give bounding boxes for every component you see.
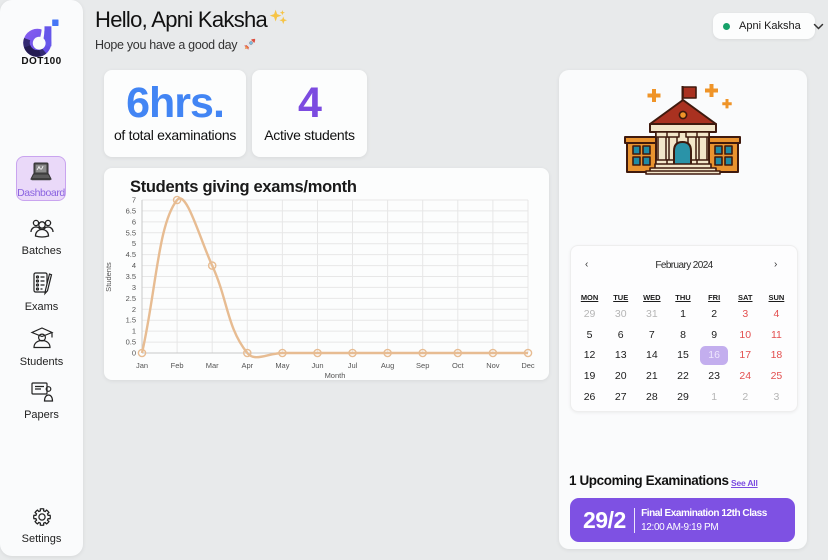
svg-text:3: 3 [132, 283, 136, 292]
svg-text:0.5: 0.5 [126, 338, 136, 347]
svg-text:Nov: Nov [486, 361, 500, 370]
svg-text:7: 7 [132, 196, 136, 205]
svg-text:Sep: Sep [416, 361, 429, 370]
svg-text:Apr: Apr [241, 361, 253, 370]
svg-text:5: 5 [132, 239, 136, 248]
svg-text:4: 4 [132, 261, 136, 270]
svg-text:1.5: 1.5 [126, 316, 136, 325]
svg-text:Jun: Jun [311, 361, 323, 370]
svg-text:5.5: 5.5 [126, 228, 136, 237]
svg-text:May: May [275, 361, 289, 370]
svg-text:Month: Month [325, 371, 346, 380]
svg-text:4.5: 4.5 [126, 250, 136, 259]
svg-text:Feb: Feb [171, 361, 184, 370]
svg-text:Oct: Oct [452, 361, 465, 370]
svg-text:Mar: Mar [206, 361, 219, 370]
svg-text:1: 1 [132, 327, 136, 336]
svg-text:2.5: 2.5 [126, 294, 136, 303]
svg-text:Dec: Dec [521, 361, 535, 370]
svg-text:Jul: Jul [348, 361, 358, 370]
svg-text:6.5: 6.5 [126, 206, 136, 215]
svg-text:6: 6 [132, 217, 136, 226]
svg-text:3.5: 3.5 [126, 272, 136, 281]
svg-text:0: 0 [132, 349, 136, 358]
svg-text:Jan: Jan [136, 361, 148, 370]
svg-text:2: 2 [132, 305, 136, 314]
svg-text:Aug: Aug [381, 361, 394, 370]
svg-text:Students: Students [104, 262, 113, 292]
